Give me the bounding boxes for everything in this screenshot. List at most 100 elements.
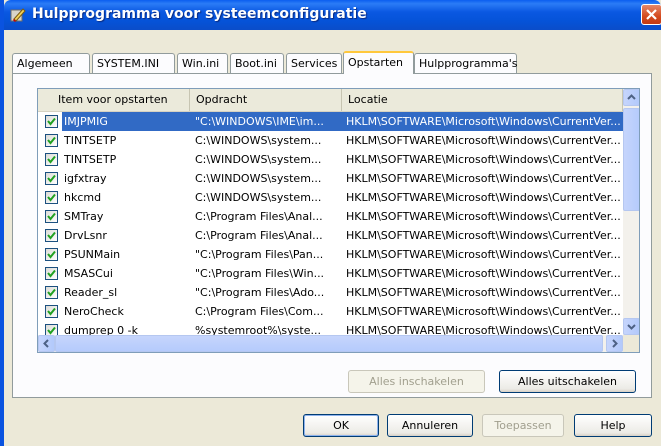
- startup-checkbox[interactable]: [45, 267, 58, 280]
- item-name: PSUNMain: [64, 248, 121, 261]
- list-item[interactable]: NeroCheck C:\Program Files\Com... HKLM\SOF…: [38, 302, 623, 321]
- list-item[interactable]: TINTSETP C:\WINDOWS\system... HKLM\SOFTWAR…: [38, 131, 623, 150]
- checkmark-icon: [47, 326, 56, 335]
- item-command: C:\Program Files\Com...: [195, 305, 324, 318]
- enable-all-button[interactable]: Alles inschakelen: [348, 370, 485, 393]
- tab-boot-ini[interactable]: Boot.ini: [230, 53, 284, 73]
- tab-services[interactable]: Services: [286, 53, 342, 73]
- item-location: HKLM\SOFTWARE\Microsoft\Windows\CurrentV…: [346, 153, 621, 166]
- item-name: IMJPMIG: [64, 115, 108, 128]
- apply-button[interactable]: Toepassen: [482, 414, 564, 437]
- item-location: HKLM\SOFTWARE\Microsoft\Windows\CurrentV…: [346, 191, 621, 204]
- button-label: Help: [600, 419, 626, 432]
- button-label: Alles inschakelen: [369, 375, 464, 388]
- checkmark-icon: [47, 288, 56, 297]
- startup-checkbox[interactable]: [45, 305, 58, 318]
- checkmark-icon: [47, 155, 56, 164]
- item-name: TINTSETP: [64, 153, 117, 166]
- tab-hulpprogrammas[interactable]: Hulpprogramma's: [414, 53, 517, 73]
- checkmark-icon: [47, 250, 56, 259]
- disable-all-button[interactable]: Alles uitschakelen: [499, 370, 636, 393]
- tab-system-ini[interactable]: SYSTEM.INI: [92, 53, 175, 73]
- item-location: HKLM\SOFTWARE\Microsoft\Windows\CurrentV…: [346, 286, 621, 299]
- scroll-up-button[interactable]: [623, 89, 639, 106]
- item-command: "C:\Program Files\Pan...: [195, 248, 324, 261]
- title-bar[interactable]: Hulpprogramma voor systeemconfiguratie: [4, 0, 661, 30]
- tab-label: Boot.ini: [235, 57, 277, 70]
- vertical-scrollbar[interactable]: [623, 89, 639, 335]
- tab-label: Services: [291, 57, 338, 70]
- startup-checkbox[interactable]: [45, 229, 58, 242]
- startup-checkbox[interactable]: [45, 134, 58, 147]
- list-item[interactable]: IMJPMIG "C:\WINDOWS\IME\im... HKLM\SOFTWAR…: [38, 112, 623, 131]
- tab-label: Win.ini: [182, 57, 220, 70]
- checkmark-icon: [47, 307, 56, 316]
- button-label: Toepassen: [494, 419, 552, 432]
- horizontal-scrollbar[interactable]: [38, 335, 623, 352]
- startup-checkbox[interactable]: [45, 286, 58, 299]
- list-item[interactable]: DrvLsnr C:\Program Files\Anal... HKLM\SOFT…: [38, 226, 623, 245]
- item-command: C:\WINDOWS\system...: [195, 134, 322, 147]
- item-name: MSASCui: [64, 267, 113, 280]
- ok-button[interactable]: OK: [303, 414, 379, 437]
- tab-opstarten[interactable]: Opstarten: [343, 51, 414, 74]
- checkmark-icon: [47, 193, 56, 202]
- chevron-down-icon: [627, 324, 636, 330]
- item-name: hkcmd: [64, 191, 102, 204]
- item-command: "C:\WINDOWS\IME\im...: [195, 115, 324, 128]
- item-command: C:\WINDOWS\system...: [195, 153, 322, 166]
- startup-checkbox[interactable]: [45, 191, 58, 204]
- list-item[interactable]: hkcmd C:\WINDOWS\system... HKLM\SOFTWARE\M…: [38, 188, 623, 207]
- scroll-thumb[interactable]: [623, 108, 639, 211]
- msconfig-app-icon: [10, 8, 26, 22]
- checkmark-icon: [47, 136, 56, 145]
- list-item[interactable]: MSASCui "C:\Program Files\Win... HKLM\SOFT…: [38, 264, 623, 283]
- item-location: HKLM\SOFTWARE\Microsoft\Windows\CurrentV…: [346, 172, 621, 185]
- list-item[interactable]: igfxtray C:\WINDOWS\system... HKLM\SOFTWAR…: [38, 169, 623, 188]
- chevron-up-icon: [627, 94, 636, 100]
- tab-label: Opstarten: [348, 56, 403, 69]
- tab-algemeen[interactable]: Algemeen: [12, 53, 90, 73]
- startup-checkbox[interactable]: [45, 172, 58, 185]
- checkmark-icon: [47, 269, 56, 278]
- item-name: NeroCheck: [64, 305, 124, 318]
- startup-list[interactable]: Item voor opstarten Opdracht Locatie IMJ…: [37, 88, 640, 353]
- horizontal-scroll-thumb[interactable]: [55, 335, 603, 352]
- item-command: C:\WINDOWS\system...: [195, 191, 322, 204]
- column-header-item[interactable]: Item voor opstarten: [38, 89, 190, 111]
- item-location: HKLM\SOFTWARE\Microsoft\Windows\CurrentV…: [346, 229, 621, 242]
- item-name: igfxtray: [64, 172, 107, 185]
- item-command: "C:\Program Files\Win...: [195, 267, 325, 280]
- scroll-down-button[interactable]: [623, 318, 639, 335]
- window-title: Hulpprogramma voor systeemconfiguratie: [32, 6, 367, 22]
- tab-win-ini[interactable]: Win.ini: [177, 53, 228, 73]
- item-location: HKLM\SOFTWARE\Microsoft\Windows\CurrentV…: [346, 134, 621, 147]
- item-command: C:\Program Files\Anal...: [195, 229, 323, 242]
- chevron-right-icon: [612, 339, 618, 348]
- column-header-command[interactable]: Opdracht: [190, 89, 342, 111]
- item-name: TINTSETP: [64, 134, 117, 147]
- startup-checkbox[interactable]: [45, 248, 58, 261]
- item-location: HKLM\SOFTWARE\Microsoft\Windows\CurrentV…: [346, 267, 621, 280]
- startup-checkbox[interactable]: [45, 153, 58, 166]
- close-button[interactable]: [641, 4, 661, 25]
- list-item[interactable]: SMTray C:\Program Files\Anal... HKLM\SOFTW…: [38, 207, 623, 226]
- list-item[interactable]: Reader_sl "C:\Program Files\Ado... HKLM\SO…: [38, 283, 623, 302]
- list-item[interactable]: PSUNMain "C:\Program Files\Pan... HKLM\SOF…: [38, 245, 623, 264]
- startup-checkbox[interactable]: [45, 115, 58, 128]
- scroll-right-button[interactable]: [606, 335, 623, 352]
- scroll-left-button[interactable]: [38, 335, 55, 352]
- help-button[interactable]: Help: [574, 414, 652, 437]
- item-command: C:\WINDOWS\system...: [195, 172, 322, 185]
- startup-checkbox[interactable]: [45, 210, 58, 223]
- column-header-location[interactable]: Locatie: [342, 89, 623, 111]
- checkmark-icon: [47, 117, 56, 126]
- button-label: OK: [333, 419, 349, 432]
- cancel-button[interactable]: Annuleren: [387, 414, 473, 437]
- item-command: "C:\Program Files\Ado...: [195, 286, 325, 299]
- tab-label: SYSTEM.INI: [97, 57, 160, 70]
- list-item[interactable]: TINTSETP C:\WINDOWS\system... HKLM\SOFTWAR…: [38, 150, 623, 169]
- item-location: HKLM\SOFTWARE\Microsoft\Windows\CurrentV…: [346, 210, 621, 223]
- column-label: Item voor opstarten: [58, 93, 168, 106]
- tab-label: Algemeen: [17, 57, 73, 70]
